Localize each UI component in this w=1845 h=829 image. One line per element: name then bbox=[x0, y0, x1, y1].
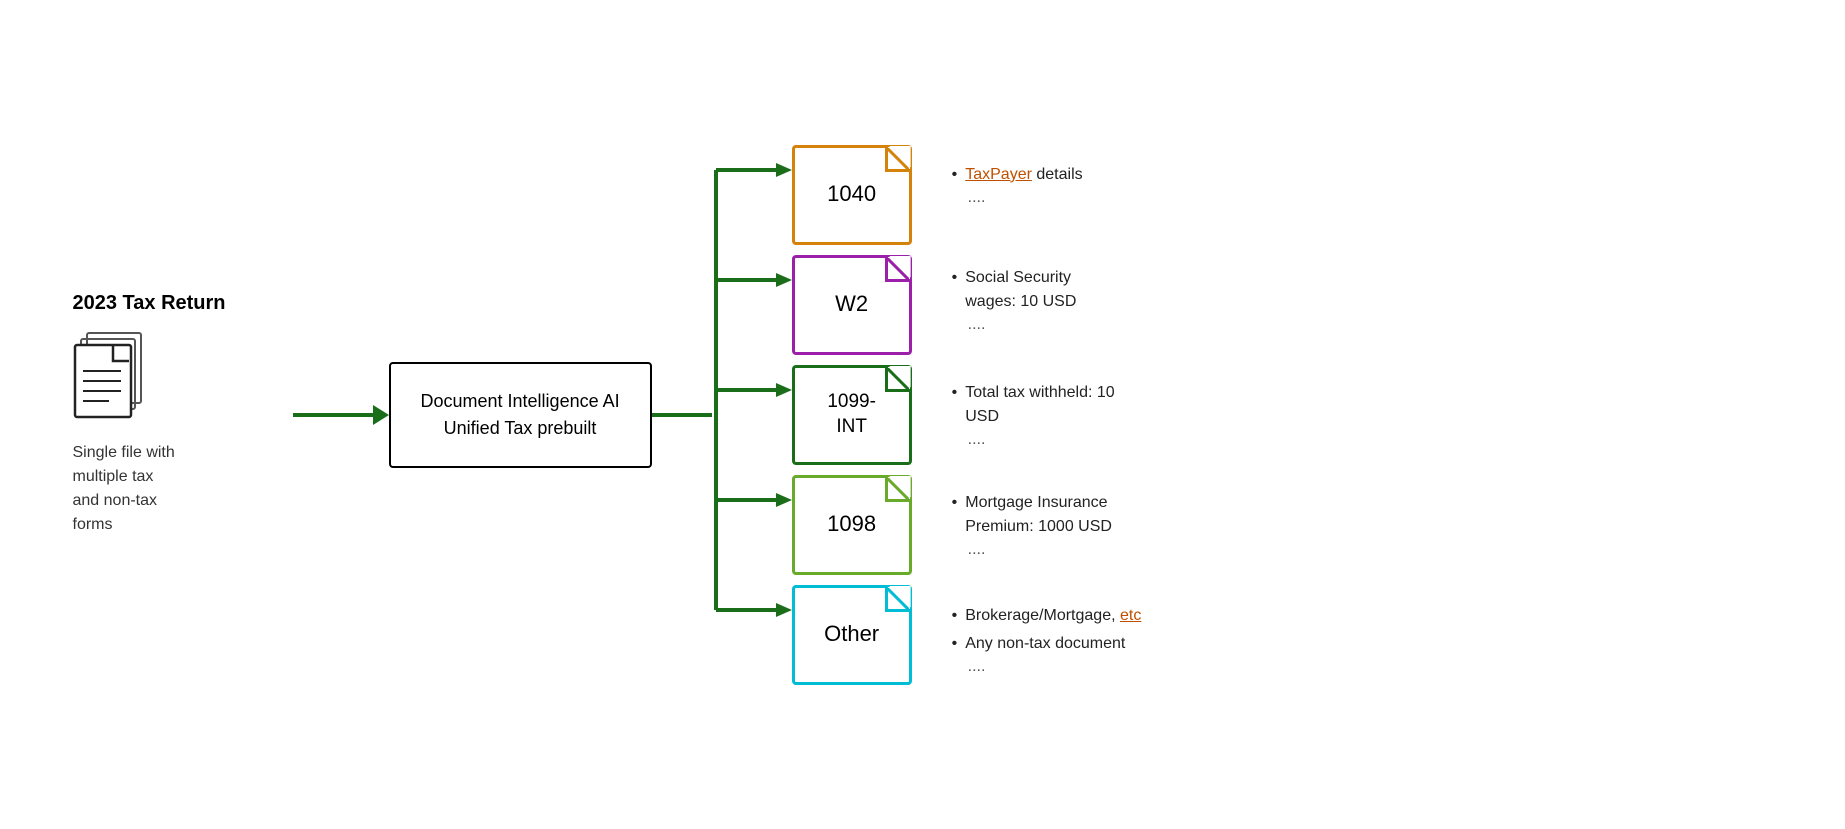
form-cards-column: 1040 W2 1099-INT 1098 bbox=[792, 145, 912, 685]
doc-label: Single file with multiple tax and non-ta… bbox=[73, 441, 175, 537]
form-card-1099-int: 1099-INT bbox=[792, 365, 912, 465]
info-item-taxpayer: • TaxPayer details bbox=[952, 163, 1142, 187]
form-card-1098: 1098 bbox=[792, 475, 912, 575]
info-dots-1040: .... bbox=[952, 189, 1142, 207]
info-item-social-security: • Social Securitywages: 10 USD bbox=[952, 266, 1142, 314]
left-section: 2023 Tax Return Single file with multipl… bbox=[73, 292, 273, 537]
info-dots-1098: .... bbox=[952, 541, 1142, 559]
info-item-brokerage: • Brokerage/Mortgage, etc bbox=[952, 604, 1142, 628]
info-group-other: • Brokerage/Mortgage, etc • Any non-tax … bbox=[952, 580, 1142, 700]
form-label-1098: 1098 bbox=[827, 510, 876, 539]
document-stack-icon bbox=[73, 325, 153, 425]
arrow-to-branches bbox=[652, 413, 712, 417]
info-item-tax-withheld: • Total tax withheld: 10USD bbox=[952, 381, 1142, 429]
info-group-1040: • TaxPayer details .... bbox=[952, 130, 1142, 240]
doc-title: 2023 Tax Return bbox=[73, 292, 226, 315]
info-dots-other: .... bbox=[952, 658, 1142, 676]
arrow-to-center bbox=[293, 405, 389, 425]
info-section: • TaxPayer details .... • Social Securit… bbox=[952, 130, 1142, 700]
info-group-w2: • Social Securitywages: 10 USD .... bbox=[952, 240, 1142, 360]
trunk-svg bbox=[712, 115, 792, 715]
form-label-1099: 1099-INT bbox=[827, 390, 876, 439]
form-card-other: Other bbox=[792, 585, 912, 685]
info-dots-1099: .... bbox=[952, 431, 1142, 449]
form-label-other: Other bbox=[824, 620, 879, 649]
info-dots-w2: .... bbox=[952, 316, 1142, 334]
info-group-1098: • Mortgage InsurancePremium: 1000 USD ..… bbox=[952, 470, 1142, 580]
form-label-1040: 1040 bbox=[827, 180, 876, 209]
etc-link: etc bbox=[1120, 607, 1141, 624]
info-item-non-tax: • Any non-tax document bbox=[952, 632, 1142, 656]
center-box: Document Intelligence AI Unified Tax pre… bbox=[389, 362, 652, 468]
taxpayer-link: TaxPayer bbox=[965, 166, 1032, 183]
info-group-1099: • Total tax withheld: 10USD .... bbox=[952, 360, 1142, 470]
form-card-1040: 1040 bbox=[792, 145, 912, 245]
form-card-w2: W2 bbox=[792, 255, 912, 355]
main-diagram: 2023 Tax Return Single file with multipl… bbox=[73, 130, 1773, 700]
branch-section: 1040 W2 1099-INT 1098 bbox=[712, 145, 912, 685]
form-label-w2: W2 bbox=[835, 290, 868, 319]
info-item-mortgage: • Mortgage InsurancePremium: 1000 USD bbox=[952, 491, 1142, 539]
